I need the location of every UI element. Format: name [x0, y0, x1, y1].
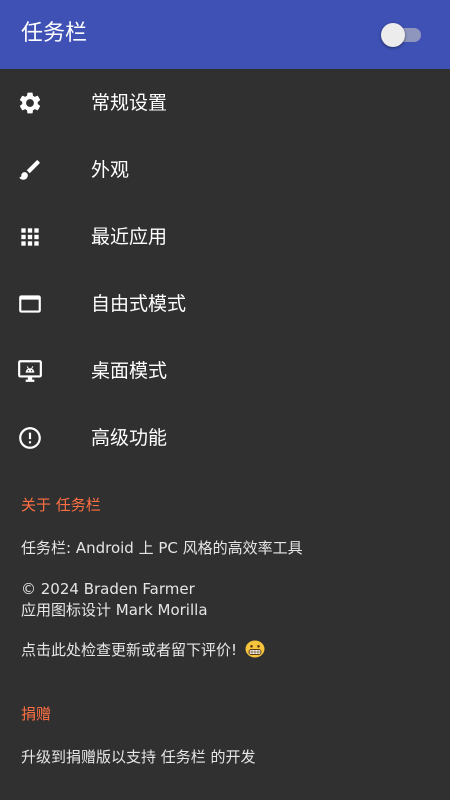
menu-item-advanced-features[interactable]: 高级功能: [0, 404, 450, 471]
icon-credit-text: 应用图标设计 Mark Morilla: [21, 601, 208, 619]
brush-icon: [16, 157, 44, 183]
check-updates-text: 点击此处检查更新或者留下评价!: [21, 641, 238, 659]
menu-item-general-settings[interactable]: 常规设置: [0, 69, 450, 136]
window-icon: [16, 291, 44, 317]
menu-item-label: 桌面模式: [91, 360, 168, 382]
menu-item-label: 外观: [91, 159, 130, 181]
menu-item-label: 常规设置: [91, 92, 168, 114]
gear-icon: [16, 90, 44, 116]
menu-item-label: 高级功能: [91, 427, 168, 449]
alert-circle-icon: [16, 425, 44, 451]
about-section-header: 关于 任务栏: [21, 496, 101, 514]
menu-item-label: 自由式模式: [91, 293, 187, 315]
menu-item-recent-apps[interactable]: 最近应用: [0, 203, 450, 270]
app-bar: 任务栏: [0, 0, 450, 69]
donate-section-header: 捐赠: [21, 705, 52, 723]
desktop-monitor-icon: [16, 358, 44, 384]
grid-icon: [16, 224, 44, 250]
menu-item-desktop-mode[interactable]: 桌面模式: [0, 337, 450, 404]
copyright-text: © 2024 Braden Farmer: [21, 580, 195, 598]
menu-item-label: 最近应用: [91, 226, 168, 248]
menu-item-appearance[interactable]: 外观: [0, 136, 450, 203]
menu-item-freeform-mode[interactable]: 自由式模式: [0, 270, 450, 337]
app-description: 任务栏: Android 上 PC 风格的高效率工具: [21, 539, 303, 557]
grinning-face-icon: [245, 640, 265, 664]
donate-upgrade-link[interactable]: 升级到捐赠版以支持 任务栏 的开发: [21, 747, 431, 768]
settings-list: 常规设置 外观 最近应用 自由式模式 桌面模式 高级功能 关于 任务栏 任务栏:…: [0, 69, 450, 800]
enable-toggle[interactable]: [381, 22, 421, 48]
toggle-thumb: [381, 23, 405, 47]
app-title: 任务栏: [21, 21, 88, 46]
check-updates-link[interactable]: 点击此处检查更新或者留下评价!: [21, 640, 431, 664]
